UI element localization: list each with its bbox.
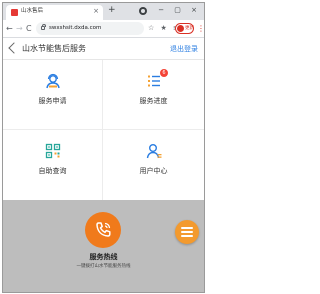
tab-search-icon[interactable] bbox=[139, 7, 147, 15]
lock-icon bbox=[41, 24, 46, 30]
favicon-icon bbox=[11, 9, 18, 16]
forward-icon[interactable]: → bbox=[16, 23, 23, 34]
update-button[interactable]: 更新 bbox=[175, 23, 194, 34]
hotline-title: 服务热线 bbox=[89, 253, 118, 261]
address-bar[interactable]: swxshsit.dxda.com bbox=[36, 22, 144, 35]
update-label: 更新 bbox=[185, 26, 194, 31]
person-headset-icon bbox=[44, 72, 62, 90]
service-progress-tile[interactable]: 6 服务进度 bbox=[103, 60, 204, 130]
hotline-subtitle: 一键拨打山水节能服务热线 bbox=[76, 264, 131, 269]
back-icon[interactable]: ← bbox=[6, 23, 13, 34]
avatar bbox=[177, 25, 184, 32]
hamburger-line bbox=[181, 235, 193, 237]
qrcode-icon bbox=[44, 142, 62, 160]
service-progress-label: 服务进度 bbox=[139, 97, 168, 105]
user-icon bbox=[145, 142, 163, 160]
user-center-tile[interactable]: 用户中心 bbox=[103, 130, 204, 200]
url-text: swxshsit.dxda.com bbox=[49, 25, 102, 31]
browser-tab[interactable]: 山水售后 × bbox=[6, 5, 103, 20]
phone-icon bbox=[96, 222, 111, 237]
hotline-section: 服务热线 一键拨打山水节能服务热线 bbox=[3, 200, 204, 292]
service-grid: 服务申请 6 服务进度 自助查询 用户中心 bbox=[3, 60, 204, 200]
browser-toolbar: ← → C swxshsit.dxda.com ☆ ★ ≡ 更新 ⋮ bbox=[3, 20, 204, 38]
tab-close-icon[interactable]: × bbox=[93, 7, 99, 16]
window-controls[interactable]: − ▢ × bbox=[158, 5, 201, 16]
reload-icon[interactable]: C bbox=[26, 23, 32, 34]
page-title: 山水节能售后服务 bbox=[22, 44, 86, 53]
logout-link[interactable]: 退出登录 bbox=[170, 43, 198, 55]
menu-fab-button[interactable] bbox=[175, 220, 199, 244]
browser-menu-icon[interactable]: ⋮ bbox=[197, 23, 204, 34]
new-tab-button[interactable]: + bbox=[108, 5, 116, 16]
user-center-label: 用户中心 bbox=[139, 167, 168, 175]
tab-strip: 山水售后 × + − ▢ × bbox=[3, 3, 204, 20]
self-query-tile[interactable]: 自助查询 bbox=[3, 130, 103, 200]
service-apply-label: 服务申请 bbox=[38, 97, 67, 105]
hotline-button[interactable] bbox=[85, 212, 121, 248]
tab-title: 山水售后 bbox=[21, 8, 44, 14]
progress-badge: 6 bbox=[160, 69, 168, 77]
hamburger-icon bbox=[181, 227, 193, 229]
app-page: 山水节能售后服务 退出登录 服务申请 6 服务进度 自助查询 用户中心 服务热线… bbox=[3, 39, 204, 292]
service-apply-tile[interactable]: 服务申请 bbox=[3, 60, 103, 130]
browser-window: 山水售后 × + − ▢ × ← → C swxshsit.dxda.com ☆… bbox=[2, 2, 205, 293]
back-chevron-icon[interactable] bbox=[8, 42, 20, 54]
app-header: 山水节能售后服务 退出登录 bbox=[3, 39, 204, 60]
hamburger-line bbox=[181, 231, 193, 233]
self-query-label: 自助查询 bbox=[38, 167, 67, 175]
